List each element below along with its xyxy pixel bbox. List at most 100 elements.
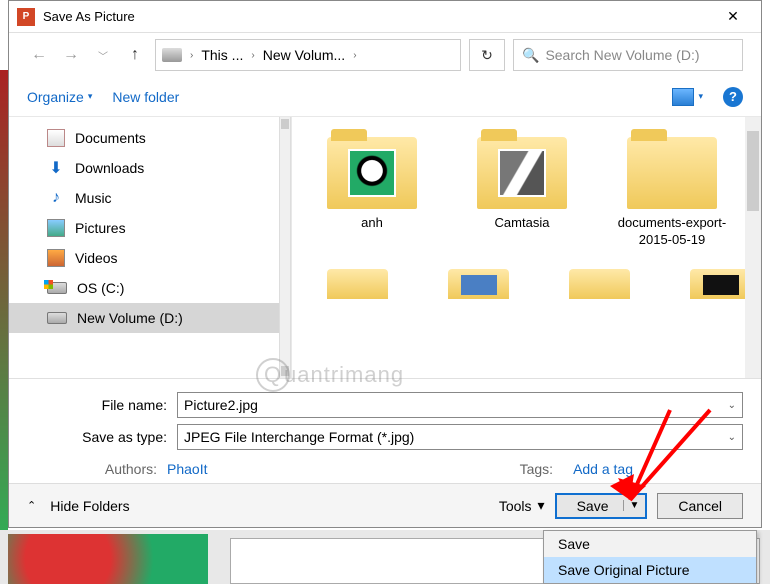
folder-label: documents-export-2015-05-19 bbox=[602, 215, 742, 249]
authors-value[interactable]: PhaoIt bbox=[167, 461, 207, 477]
folder-item-camtasia[interactable]: Camtasia bbox=[452, 137, 592, 249]
savetype-value: JPEG File Interchange Format (*.jpg) bbox=[184, 429, 414, 445]
content-scrollbar[interactable] bbox=[745, 117, 761, 378]
tree-item-label: Music bbox=[75, 190, 112, 206]
search-placeholder: Search New Volume (D:) bbox=[545, 47, 699, 63]
folder-item-partial[interactable] bbox=[448, 269, 509, 299]
chevron-down-icon[interactable]: ⌄ bbox=[728, 400, 736, 411]
powerpoint-icon: P bbox=[17, 8, 35, 26]
forward-button[interactable]: → bbox=[59, 43, 83, 67]
menu-item-save[interactable]: Save bbox=[544, 531, 756, 557]
folder-item-documents-export[interactable]: documents-export-2015-05-19 bbox=[602, 137, 742, 249]
dialog-footer: ⌃ Hide Folders Tools ▾ Save ▼ Cancel bbox=[9, 483, 761, 527]
close-button[interactable]: ✕ bbox=[713, 8, 753, 25]
breadcrumb-seg-thispc[interactable]: This ... bbox=[201, 47, 243, 63]
new-folder-button[interactable]: New folder bbox=[112, 89, 179, 105]
breadcrumb-seg-volume[interactable]: New Volum... bbox=[263, 47, 345, 63]
dialog-body: Documents ⬇ Downloads ♪ Music Pictures V… bbox=[9, 117, 761, 378]
save-as-dialog: P Save As Picture ✕ ← → ﹀ ↑ › This ... ›… bbox=[8, 0, 762, 528]
folder-thumbnail bbox=[498, 149, 546, 197]
tree-item-new-volume-d[interactable]: New Volume (D:) bbox=[9, 303, 279, 333]
os-drive-icon bbox=[47, 282, 67, 294]
folder-thumbnail bbox=[348, 149, 396, 197]
folder-item-anh[interactable]: anh bbox=[302, 137, 442, 249]
folder-item-partial[interactable] bbox=[327, 269, 388, 299]
hide-folders-button[interactable]: Hide Folders bbox=[50, 498, 129, 514]
organize-label: Organize bbox=[27, 89, 84, 105]
drive-icon bbox=[162, 48, 182, 62]
save-label: Save bbox=[577, 498, 609, 514]
tree-item-label: Videos bbox=[75, 250, 118, 266]
filename-label: File name: bbox=[27, 397, 167, 413]
tree-item-pictures[interactable]: Pictures bbox=[9, 213, 279, 243]
menu-item-save-original-picture[interactable]: Save Original Picture bbox=[544, 557, 756, 583]
save-dropdown-menu: Save Save Original Picture bbox=[543, 530, 757, 584]
content-pane[interactable]: anh Camtasia documents-export-2015-05-19 bbox=[291, 117, 761, 378]
tags-label: Tags: bbox=[520, 461, 563, 477]
chevron-right-icon[interactable]: › bbox=[247, 50, 258, 61]
pictures-icon bbox=[47, 219, 65, 237]
chevron-right-icon[interactable]: › bbox=[349, 50, 360, 61]
tree-item-label: Downloads bbox=[75, 160, 144, 176]
tree-item-downloads[interactable]: ⬇ Downloads bbox=[9, 153, 279, 183]
music-icon: ♪ bbox=[47, 189, 65, 207]
form-area: File name: Picture2.jpg ⌄ Save as type: … bbox=[9, 378, 761, 483]
help-button[interactable]: ? bbox=[723, 87, 743, 107]
folder-item-partial[interactable] bbox=[690, 269, 751, 299]
tree-item-music[interactable]: ♪ Music bbox=[9, 183, 279, 213]
breadcrumb[interactable]: › This ... › New Volum... › bbox=[155, 39, 461, 71]
folder-icon bbox=[477, 137, 567, 209]
tree-scrollbar[interactable] bbox=[279, 117, 291, 378]
tools-label: Tools bbox=[499, 498, 532, 514]
refresh-button[interactable]: ↻ bbox=[469, 39, 505, 71]
folder-icon bbox=[327, 137, 417, 209]
recent-locations-button[interactable]: ﹀ bbox=[91, 43, 115, 67]
back-button[interactable]: ← bbox=[27, 43, 51, 67]
view-icon bbox=[672, 88, 694, 106]
chevron-down-icon: ▾ bbox=[88, 91, 93, 102]
folder-tree: Documents ⬇ Downloads ♪ Music Pictures V… bbox=[9, 117, 279, 378]
up-button[interactable]: ↑ bbox=[123, 43, 147, 67]
tree-item-os-c[interactable]: OS (C:) bbox=[9, 273, 279, 303]
background-rose-thumb bbox=[8, 534, 208, 584]
folder-icon bbox=[627, 137, 717, 209]
chevron-down-icon: ▾ bbox=[538, 497, 545, 514]
toolbar: Organize ▾ New folder ▾ ? bbox=[9, 77, 761, 117]
documents-icon bbox=[47, 129, 65, 147]
tree-item-label: New Volume (D:) bbox=[77, 310, 183, 326]
nav-row: ← → ﹀ ↑ › This ... › New Volum... › ↻ 🔍 … bbox=[9, 33, 761, 77]
metadata-row: Authors: PhaoIt Tags: Add a tag bbox=[27, 453, 743, 479]
scrollbar-thumb[interactable] bbox=[747, 131, 759, 211]
tree-item-label: OS (C:) bbox=[77, 280, 124, 296]
folder-label: Camtasia bbox=[495, 215, 550, 232]
tree-item-label: Documents bbox=[75, 130, 146, 146]
chevron-right-icon[interactable]: › bbox=[186, 50, 197, 61]
chevron-down-icon[interactable]: ⌄ bbox=[728, 432, 736, 443]
chevron-up-icon: ⌃ bbox=[27, 499, 36, 512]
chevron-down-icon: ▾ bbox=[698, 91, 703, 102]
tools-button[interactable]: Tools ▾ bbox=[499, 497, 545, 514]
window-title: Save As Picture bbox=[43, 9, 713, 24]
search-icon: 🔍 bbox=[522, 47, 539, 64]
tags-value[interactable]: Add a tag bbox=[573, 461, 633, 477]
filename-input[interactable]: Picture2.jpg ⌄ bbox=[177, 392, 743, 418]
tree-item-videos[interactable]: Videos bbox=[9, 243, 279, 273]
videos-icon bbox=[47, 249, 65, 267]
folder-grid: anh Camtasia documents-export-2015-05-19 bbox=[292, 117, 761, 269]
save-button[interactable]: Save ▼ bbox=[555, 493, 648, 519]
downloads-icon: ⬇ bbox=[47, 159, 65, 177]
titlebar: P Save As Picture ✕ bbox=[9, 1, 761, 33]
cancel-button[interactable]: Cancel bbox=[657, 493, 743, 519]
folder-label: anh bbox=[361, 215, 383, 232]
view-mode-button[interactable]: ▾ bbox=[672, 88, 703, 106]
drive-icon bbox=[47, 312, 67, 324]
savetype-label: Save as type: bbox=[27, 429, 167, 445]
save-split-dropdown[interactable]: ▼ bbox=[623, 500, 640, 511]
organize-button[interactable]: Organize ▾ bbox=[27, 89, 92, 105]
authors-label: Authors: bbox=[27, 461, 167, 477]
folder-item-partial[interactable] bbox=[569, 269, 630, 299]
tree-item-label: Pictures bbox=[75, 220, 126, 236]
savetype-select[interactable]: JPEG File Interchange Format (*.jpg) ⌄ bbox=[177, 424, 743, 450]
tree-item-documents[interactable]: Documents bbox=[9, 123, 279, 153]
search-input[interactable]: 🔍 Search New Volume (D:) bbox=[513, 39, 743, 71]
